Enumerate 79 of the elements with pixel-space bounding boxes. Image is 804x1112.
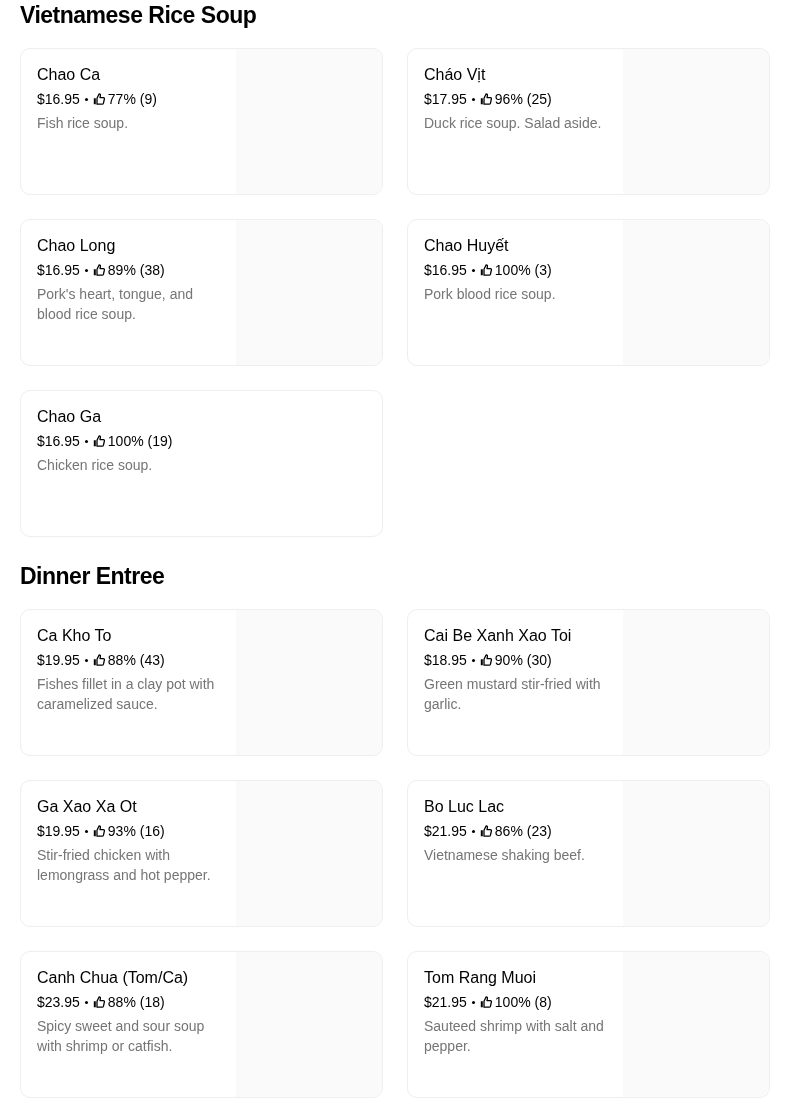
item-name: Chao Ga	[37, 407, 103, 427]
section-title: Dinner Entree	[20, 562, 166, 591]
item-name: Ca Kho To	[37, 626, 113, 646]
item-rating: 100% (3)	[494, 261, 552, 280]
separator-dot	[84, 439, 88, 443]
menu-item-card[interactable]: Bo Luc Lac $21.95 86% (23) Vietnamese shaking beef.	[407, 780, 770, 927]
menu-item-card[interactable]: Ca Kho To $19.95 88% (43) Fishes fillet in a clay pot with caramelized sauce.	[20, 609, 383, 756]
thumbs-up-icon	[92, 264, 105, 276]
item-name: Chao Huyết	[424, 236, 510, 256]
thumbs-up-icon	[479, 654, 492, 666]
item-description: Spicy sweet and sour soup with shrimp or catfish.	[37, 1017, 206, 1056]
thumbs-up-icon	[479, 825, 492, 837]
item-price: $21.95	[424, 822, 467, 841]
item-price: $19.95	[37, 651, 80, 670]
item-description: Fish rice soup.	[37, 114, 130, 133]
item-name: Ga Xao Xa Ot	[37, 797, 138, 817]
item-name: Tom Rang Muoi	[424, 968, 538, 988]
item-rating: 88% (18)	[107, 993, 165, 1012]
separator-dot	[84, 1000, 88, 1004]
separator-dot	[471, 97, 475, 101]
separator-dot	[84, 829, 88, 833]
item-description: Pork's heart, tongue, and blood rice soup.	[37, 285, 194, 324]
item-description: Green mustard stir-fried with garlic.	[424, 675, 602, 714]
separator-dot	[84, 97, 88, 101]
thumbs-up-icon	[92, 654, 105, 666]
menu-item-card[interactable]: Chao Ca $16.95 77% (9) Fish rice soup.	[20, 48, 383, 195]
item-price: $16.95	[424, 261, 467, 280]
item-price: $21.95	[424, 993, 467, 1012]
menu-item-card[interactable]: Canh Chua (Tom/Ca) $23.95 88% (18) Spicy sweet and sour soup with shrimp or catfish.	[20, 951, 383, 1098]
menu-item-card[interactable]: Chao Ga $16.95 100% (19) Chicken rice soup.	[20, 390, 383, 537]
item-name: Cháo Vịt	[424, 65, 487, 85]
thumbs-up-icon	[92, 825, 105, 837]
separator-dot	[84, 658, 88, 662]
menu-item-card[interactable]: Chao Long $16.95 89% (38) Pork's heart, tongue, and blood rice soup.	[20, 219, 383, 366]
separator-dot	[471, 658, 475, 662]
menu-item-card[interactable]: Tom Rang Muoi $21.95 100% (8) Sauteed shrimp with salt and pepper.	[407, 951, 770, 1098]
menu-item-card[interactable]: Ga Xao Xa Ot $19.95 93% (16) Stir-fried chicken with lemongrass and hot pepper.	[20, 780, 383, 927]
item-rating: 93% (16)	[107, 822, 165, 841]
menu-item-card[interactable]: Cháo Vịt $17.95 96% (25) Duck rice soup. Salad aside.	[407, 48, 770, 195]
item-price: $18.95	[424, 651, 467, 670]
item-price: $16.95	[37, 261, 80, 280]
item-name: Chao Long	[37, 236, 117, 256]
thumbs-up-icon	[479, 996, 492, 1008]
item-name: Chao Ca	[37, 65, 102, 85]
thumbs-up-icon	[92, 435, 105, 447]
item-description: Pork blood rice soup.	[424, 285, 557, 304]
item-name: Bo Luc Lac	[424, 797, 506, 817]
item-description: Duck rice soup. Salad aside.	[424, 114, 603, 133]
separator-dot	[471, 829, 475, 833]
item-description: Fishes fillet in a clay pot with caramelized sauce.	[37, 675, 216, 714]
item-price: $19.95	[37, 822, 80, 841]
item-rating: 86% (23)	[494, 822, 552, 841]
menu-item-card[interactable]: Chao Huyết $16.95 100% (3) Pork blood rice soup.	[407, 219, 770, 366]
item-description: Chicken rice soup.	[37, 456, 154, 475]
item-name: Canh Chua (Tom/Ca)	[37, 968, 190, 988]
menu-item-card[interactable]: Cai Be Xanh Xao Toi $18.95 90% (30) Green mustard stir-fried with garlic.	[407, 609, 770, 756]
item-description: Vietnamese shaking beef.	[424, 846, 586, 865]
item-rating: 88% (43)	[107, 651, 165, 670]
separator-dot	[471, 268, 475, 272]
item-description: Sauteed shrimp with salt and pepper.	[424, 1017, 605, 1056]
section-title: Vietnamese Rice Soup	[20, 1, 258, 30]
item-price: $16.95	[37, 432, 80, 451]
thumbs-up-icon	[92, 996, 105, 1008]
item-price: $23.95	[37, 993, 80, 1012]
thumbs-up-icon	[479, 264, 492, 276]
separator-dot	[471, 1000, 475, 1004]
item-rating: 90% (30)	[494, 651, 552, 670]
item-name: Cai Be Xanh Xao Toi	[424, 626, 573, 646]
item-rating: 77% (9)	[107, 90, 157, 109]
item-rating: 100% (8)	[494, 993, 552, 1012]
thumbs-up-icon	[92, 93, 105, 105]
item-rating: 89% (38)	[107, 261, 165, 280]
item-price: $16.95	[37, 90, 80, 109]
separator-dot	[84, 268, 88, 272]
item-rating: 96% (25)	[494, 90, 552, 109]
item-rating: 100% (19)	[107, 432, 173, 451]
item-description: Stir-fried chicken with lemongrass and hot pepper.	[37, 846, 212, 885]
thumbs-up-icon	[479, 93, 492, 105]
item-price: $17.95	[424, 90, 467, 109]
